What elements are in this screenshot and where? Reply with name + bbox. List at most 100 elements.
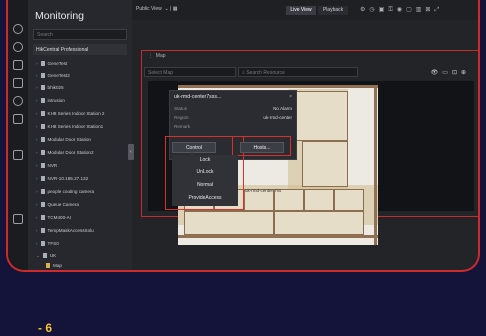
hosts-button[interactable]: Hosts... bbox=[240, 142, 284, 153]
table-icon[interactable] bbox=[13, 114, 23, 124]
region-row: Region uk-rmd-center bbox=[174, 114, 292, 122]
building-icon bbox=[40, 73, 45, 78]
chevron-right-icon: › bbox=[36, 85, 38, 90]
chevron-right-icon: › bbox=[36, 189, 38, 194]
person-icon[interactable] bbox=[13, 96, 23, 106]
tree-root-label: HikCentral Professional bbox=[36, 47, 89, 53]
search-resource-input[interactable]: ⌕ Search Resource bbox=[238, 67, 358, 77]
page-title: Monitoring bbox=[35, 10, 85, 22]
top-bar: Public View ⌄ | ▦ Live View Playback ⚙◷▣… bbox=[132, 0, 478, 20]
building-icon bbox=[40, 61, 45, 66]
tree-item[interactable]: › GeneTest2 bbox=[36, 72, 70, 80]
tree-item[interactable]: › Modular Door Station bbox=[36, 136, 91, 144]
building-icon bbox=[40, 189, 45, 194]
icon-bar bbox=[8, 0, 29, 270]
tree-item-label: NVR bbox=[47, 163, 58, 168]
tree-item[interactable]: › NVR-10.185.27.132 bbox=[36, 175, 88, 183]
select-map-dropdown[interactable]: Select Map bbox=[144, 67, 236, 77]
tree-item-label: GeneTest2 bbox=[47, 73, 70, 78]
tree-item-label: TCM400-AI bbox=[47, 215, 72, 220]
tree-item[interactable]: › intrusion bbox=[36, 97, 65, 105]
panel-header: ⋮ Map bbox=[148, 53, 166, 59]
chevron-right-icon: › bbox=[36, 111, 38, 116]
tools-icon[interactable] bbox=[13, 150, 23, 160]
footer-text: - 6 bbox=[38, 321, 53, 335]
status-value: No Alarm bbox=[273, 106, 292, 111]
view-name: Public View bbox=[136, 6, 162, 12]
collapse-handle[interactable]: ‹ bbox=[128, 144, 134, 160]
building-icon bbox=[42, 253, 47, 258]
status-label: Status bbox=[174, 106, 188, 111]
building-icon bbox=[40, 228, 45, 233]
tree-item[interactable]: › bhik025 bbox=[36, 84, 64, 92]
tree-item[interactable]: › TCM400-AI bbox=[36, 214, 71, 222]
video-icon[interactable] bbox=[13, 78, 23, 88]
remark-label: Remark bbox=[174, 124, 191, 129]
toolbar-icons[interactable]: ⚙◷▣⚿◉▢▥⊠⤢ bbox=[360, 6, 443, 14]
building-icon bbox=[40, 202, 45, 207]
map-tools[interactable]: 👁▭⊡⊕ bbox=[431, 69, 470, 76]
chevron-right-icon: › bbox=[36, 202, 38, 207]
tree-item-map[interactable]: Map bbox=[46, 262, 62, 270]
tree-item-label: TFS0 bbox=[47, 241, 59, 246]
close-icon[interactable]: × bbox=[289, 94, 292, 100]
live-view-button[interactable]: Live View bbox=[286, 6, 316, 15]
tree-item-label: TempMaskAccessSolu bbox=[47, 228, 94, 233]
chevron-down-icon: ⌄ bbox=[36, 253, 40, 258]
region-value: uk-rmd-center bbox=[263, 115, 292, 120]
tree-item[interactable]: › GeneTest bbox=[36, 60, 67, 68]
chevron-right-icon: › bbox=[36, 228, 38, 233]
chevron-right-icon: › bbox=[36, 137, 38, 142]
tree-item[interactable]: › KH8 Series Indoor Station1 bbox=[36, 123, 103, 131]
tree-item-label: Modular Door Station2 bbox=[47, 150, 94, 155]
tree-item[interactable]: › Modular Door Station2 bbox=[36, 149, 94, 157]
sidebar-search-input[interactable]: Search bbox=[33, 29, 127, 40]
tree-item[interactable]: › NVR bbox=[36, 162, 57, 170]
tree-item[interactable]: › TFS0 bbox=[36, 240, 59, 248]
view-selector[interactable]: Public View ⌄ | ▦ bbox=[136, 6, 178, 12]
document-icon[interactable] bbox=[13, 214, 23, 224]
remark-row: Remark bbox=[174, 123, 292, 131]
building-icon bbox=[40, 111, 45, 116]
monitor-icon[interactable] bbox=[13, 42, 23, 52]
select-map-text: Select Map bbox=[148, 70, 174, 76]
building-icon bbox=[40, 215, 45, 220]
lock-menu-item[interactable]: Lock bbox=[172, 155, 238, 165]
tree-item[interactable]: ⌄ UK bbox=[36, 252, 56, 260]
playback-button[interactable]: Playback bbox=[318, 6, 348, 15]
building-icon bbox=[40, 241, 45, 246]
tree-item-label: GeneTest bbox=[47, 61, 68, 66]
building-icon bbox=[40, 124, 45, 129]
tree-item[interactable]: › TempMaskAccessSolu bbox=[36, 227, 94, 235]
globe-icon[interactable] bbox=[13, 24, 23, 34]
building-icon bbox=[40, 98, 45, 103]
building-icon bbox=[40, 163, 45, 168]
tree-item[interactable]: › Queue Camera bbox=[36, 201, 79, 209]
chevron-right-icon: › bbox=[36, 215, 38, 220]
chevron-right-icon: › bbox=[36, 73, 38, 78]
chevron-right-icon: › bbox=[36, 61, 38, 66]
unlock-menu-item[interactable]: UnLock bbox=[172, 167, 238, 177]
chevron-right-icon: › bbox=[36, 176, 38, 181]
region-label: Region bbox=[174, 115, 189, 120]
chevron-right-icon: › bbox=[36, 163, 38, 168]
tree-item-label: Map bbox=[53, 263, 62, 268]
control-dropdown: Lock UnLock Normal ProvideAccess bbox=[172, 155, 238, 206]
panel-title: Map bbox=[155, 53, 166, 59]
tree-item[interactable]: › KH8 Series Indoor Station 2 bbox=[36, 110, 104, 118]
tree-item-label: KH8 Series Indoor Station 2 bbox=[47, 111, 105, 116]
tree-item-label: UK bbox=[49, 253, 57, 258]
tree-item[interactable]: › people couting camera bbox=[36, 188, 94, 196]
provide-access-menu-item[interactable]: ProvideAccess bbox=[172, 193, 238, 203]
grid-icon[interactable] bbox=[13, 60, 23, 70]
normal-menu-item[interactable]: Normal bbox=[172, 180, 238, 190]
chevron-right-icon: › bbox=[36, 241, 38, 246]
tree-item-label: people couting camera bbox=[47, 189, 95, 194]
sidebar: Monitoring Search HikCentral Professiona… bbox=[28, 0, 132, 270]
tree-root[interactable]: HikCentral Professional bbox=[33, 44, 127, 55]
building-icon bbox=[40, 85, 45, 90]
chevron-right-icon: › bbox=[36, 124, 38, 129]
tree-item-label: Queue Camera bbox=[47, 202, 79, 207]
tree-item-label: intrusion bbox=[47, 98, 65, 103]
tree-item-label: Modular Door Station bbox=[47, 137, 91, 142]
